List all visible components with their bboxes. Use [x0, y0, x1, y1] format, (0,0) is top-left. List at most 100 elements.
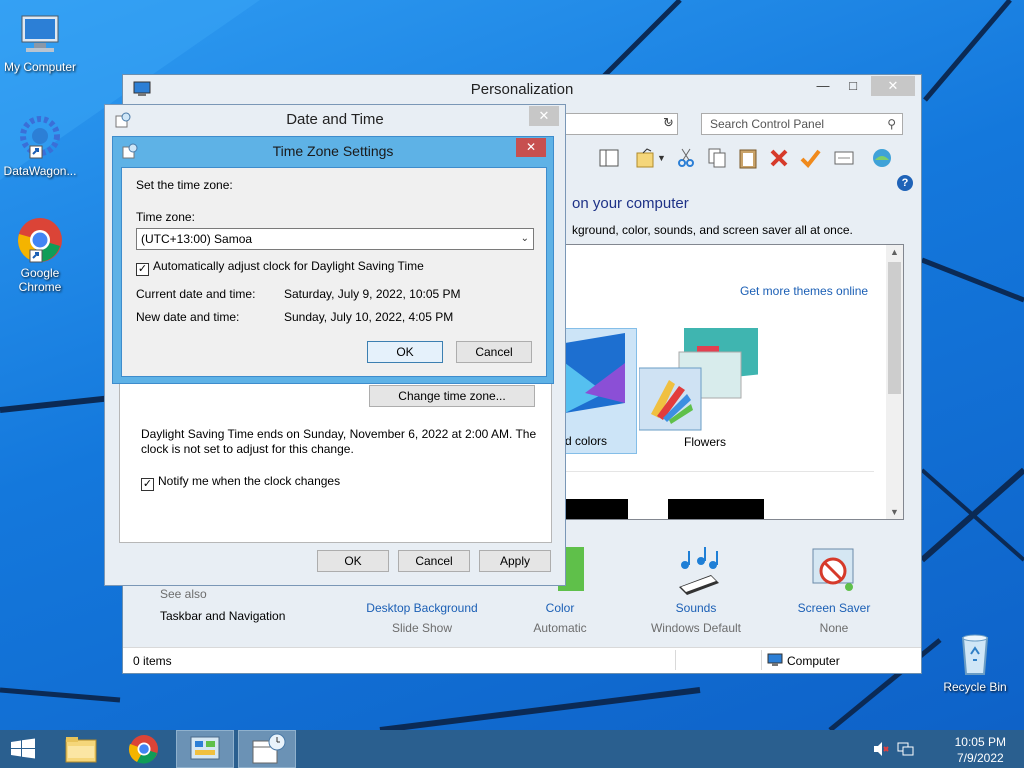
help-icon[interactable]: ? — [897, 175, 913, 191]
search-icon[interactable]: ⚲ — [887, 114, 896, 134]
minimize-button[interactable]: — — [809, 76, 837, 96]
window-title: Personalization — [123, 75, 921, 105]
desktop-icon-label: DataWagon... — [3, 164, 77, 178]
checkmark-icon[interactable] — [799, 147, 821, 169]
see-also-heading: See also — [160, 587, 207, 601]
item-label: Desktop Background — [366, 601, 478, 615]
divider — [675, 650, 676, 670]
desktop-icon-label: Recycle Bin — [943, 680, 1007, 694]
status-bar: 0 items Computer — [123, 647, 921, 673]
sounds-item[interactable]: Sounds Windows Default — [626, 545, 766, 635]
close-button[interactable]: ✕ — [529, 106, 559, 126]
cut-icon[interactable] — [675, 147, 697, 169]
scrollbar-thumb[interactable] — [888, 262, 901, 394]
search-placeholder: Search Control Panel — [710, 117, 825, 131]
vertical-scrollbar[interactable]: ▲ ▼ — [886, 245, 903, 519]
time-zone-select[interactable]: (UTC+13:00) Samoa ⌄ — [136, 228, 534, 250]
computer-icon — [16, 10, 64, 58]
desktop-icon-recycle-bin[interactable]: Recycle Bin — [935, 630, 1015, 694]
address-bar[interactable]: ⌄ — [563, 113, 678, 135]
page-description: kground, color, sounds, and screen saver… — [572, 223, 853, 237]
maximize-button[interactable]: □ — [839, 76, 867, 96]
get-more-themes-link[interactable]: Get more themes online — [740, 284, 868, 298]
divider — [564, 471, 874, 472]
screen-saver-icon — [809, 547, 859, 597]
apply-button[interactable]: Apply — [479, 550, 551, 572]
new-datetime-value: Sunday, July 10, 2022, 4:05 PM — [284, 310, 454, 324]
desktop-icon-label: Google Chrome — [18, 266, 62, 294]
folder-icon — [65, 737, 97, 763]
theme-preview-bar — [668, 499, 764, 519]
control-panel-taskbar-button[interactable] — [176, 730, 234, 768]
chrome-icon — [128, 735, 158, 764]
auto-dst-checkbox-row[interactable]: ✓ Automatically adjust clock for Daylight… — [136, 259, 424, 276]
folder-check-icon[interactable] — [635, 147, 657, 169]
volume-muted-icon[interactable] — [872, 740, 890, 758]
desktop-icon-datawagon[interactable]: DataWagon... — [0, 114, 80, 178]
time-zone-label: Time zone: — [136, 210, 195, 224]
sounds-icon — [671, 547, 721, 597]
item-value: None — [819, 621, 849, 635]
ok-button[interactable]: OK — [317, 550, 389, 572]
auto-dst-checkbox[interactable]: ✓ — [136, 263, 149, 276]
item-value: Automatic — [533, 621, 587, 635]
scroll-up-icon[interactable]: ▲ — [886, 247, 903, 257]
start-button[interactable] — [0, 730, 46, 768]
item-label: Sounds — [675, 601, 717, 615]
notify-checkbox[interactable]: ✓ — [141, 478, 154, 491]
delete-icon[interactable] — [768, 147, 790, 169]
ok-button[interactable]: OK — [367, 341, 443, 363]
current-datetime-value: Saturday, July 9, 2022, 10:05 PM — [284, 287, 461, 301]
layout-icon[interactable] — [598, 147, 620, 169]
dropdown-arrow-icon[interactable]: ▼ — [657, 147, 669, 169]
clock-calendar-icon — [115, 112, 131, 128]
time-zone-value: (UTC+13:00) Samoa — [141, 232, 253, 246]
desktop-icon-google-chrome[interactable]: Google Chrome — [0, 216, 80, 294]
network-icon[interactable] — [896, 740, 914, 758]
system-clock[interactable]: 10:05 PM 7/9/2022 — [955, 734, 1006, 766]
theme-item-selected[interactable]: d colors — [564, 328, 637, 454]
search-input[interactable]: Search Control Panel ⚲ — [701, 113, 903, 135]
scroll-down-icon[interactable]: ▼ — [886, 507, 903, 517]
taskbar-navigation-link[interactable]: Taskbar and Navigation — [160, 609, 285, 623]
file-explorer-taskbar-button[interactable] — [54, 730, 110, 768]
page-heading: on your computer — [572, 195, 689, 212]
item-count: 0 items — [133, 654, 172, 668]
windows-logo-icon — [11, 738, 35, 759]
new-datetime-label: New date and time: — [136, 310, 240, 324]
close-button[interactable]: ✕ — [871, 76, 915, 96]
divider — [761, 650, 762, 670]
world-icon[interactable] — [871, 147, 893, 169]
current-datetime-label: Current date and time: — [136, 287, 256, 301]
chrome-icon — [16, 216, 64, 264]
computer-icon — [767, 653, 783, 667]
theme-preview — [565, 333, 625, 413]
copy-icon[interactable] — [706, 147, 728, 169]
refresh-icon[interactable]: ↻ — [663, 115, 674, 131]
chrome-taskbar-button[interactable] — [116, 730, 172, 768]
properties-icon[interactable] — [833, 147, 855, 169]
control-panel-icon — [133, 81, 151, 97]
time-zone-settings-dialog: Time Zone Settings ✕ Set the time zone: … — [112, 136, 554, 384]
control-panel-icon — [190, 736, 220, 760]
paste-icon[interactable] — [737, 147, 759, 169]
screen-saver-item[interactable]: Screen Saver None — [764, 545, 904, 635]
close-button[interactable]: ✕ — [516, 138, 546, 157]
cancel-button[interactable]: Cancel — [398, 550, 470, 572]
item-value: Slide Show — [391, 621, 453, 635]
chevron-down-icon[interactable]: ⌄ — [521, 229, 529, 249]
item-label: Screen Saver — [797, 601, 871, 615]
cancel-button[interactable]: Cancel — [456, 341, 532, 363]
location-label: Computer — [787, 654, 840, 668]
item-value: Windows Default — [650, 621, 742, 635]
gear-icon — [16, 114, 64, 162]
flowers-preview — [638, 319, 758, 431]
desktop-icon-my-computer[interactable]: My Computer — [0, 10, 80, 74]
notify-checkbox-row[interactable]: ✓ Notify me when the clock changes — [141, 474, 340, 491]
clock-calendar-icon — [252, 733, 286, 764]
taskbar: 10:05 PM 7/9/2022 — [0, 730, 1024, 768]
theme-item-flowers[interactable] — [638, 319, 769, 438]
date-time-taskbar-button[interactable] — [238, 730, 296, 768]
change-time-zone-button[interactable]: Change time zone... — [369, 385, 535, 407]
window-title: Date and Time — [286, 111, 384, 128]
